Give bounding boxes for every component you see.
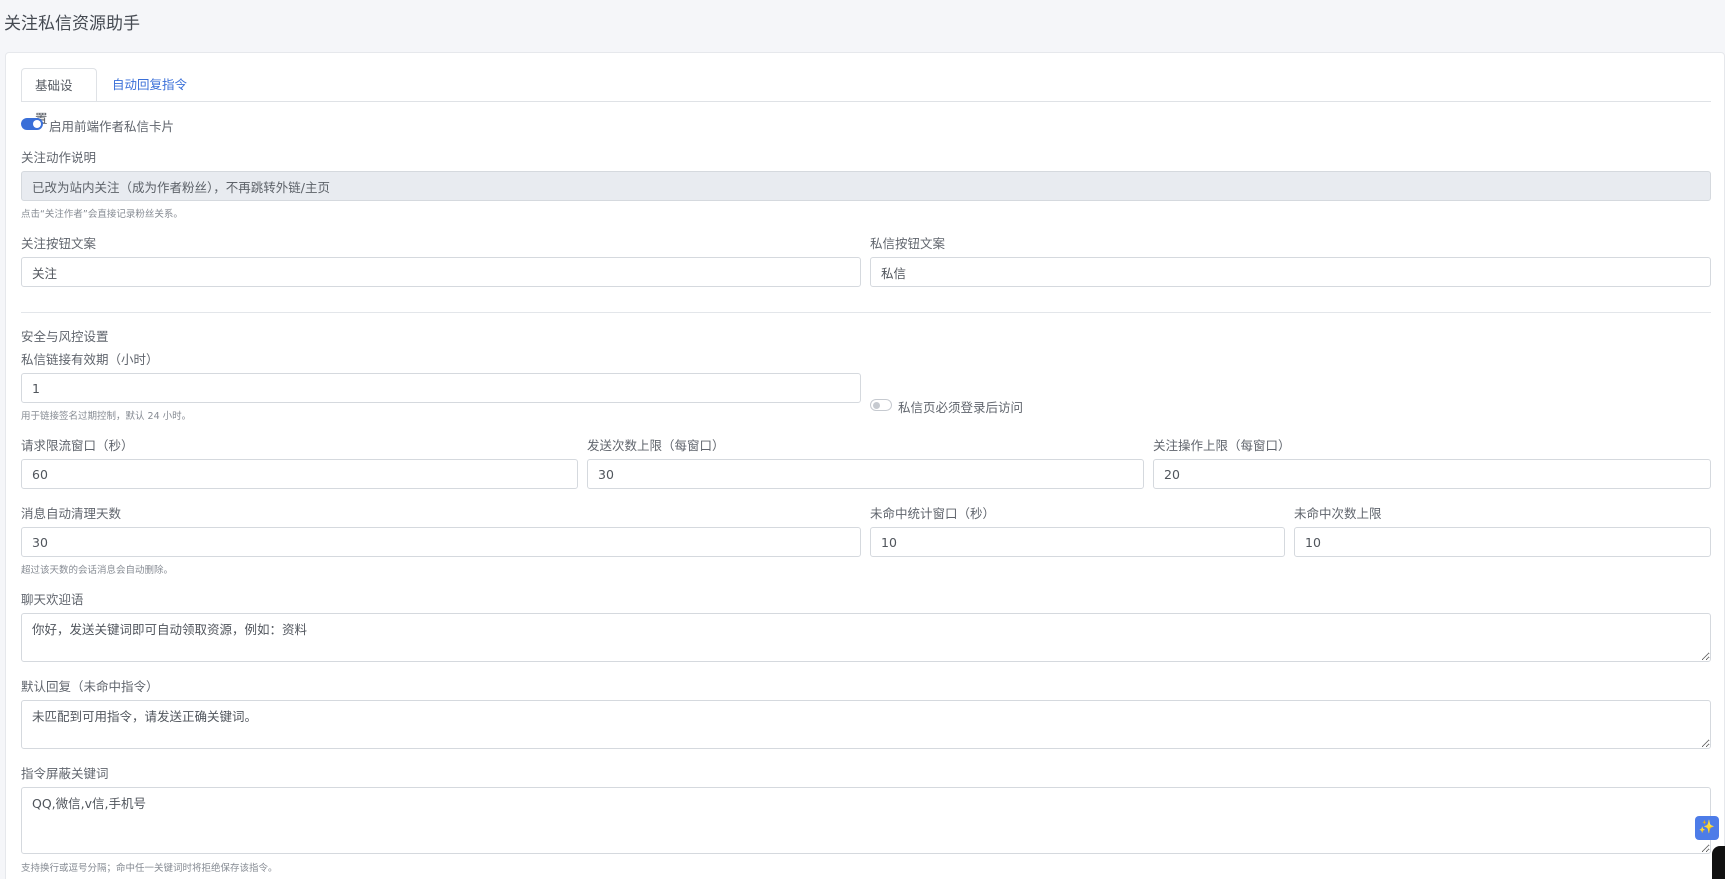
default-reply-textarea[interactable]: 未匹配到可用指令，请发送正确关键词。	[21, 700, 1711, 749]
dm-button-text-input[interactable]	[870, 257, 1711, 287]
follow-desc-label: 关注动作说明	[21, 150, 97, 165]
rate-window-input[interactable]	[21, 459, 578, 489]
link-ttl-label: 私信链接有效期（小时）	[21, 352, 159, 367]
follow-button-text-input[interactable]	[21, 257, 861, 287]
blocked-keywords-hint: 支持换行或逗号分隔；命中任一关键词时将拒绝保存该指令。	[21, 863, 278, 874]
security-section-title: 安全与风控设置	[21, 329, 109, 344]
welcome-label: 聊天欢迎语	[21, 592, 84, 607]
miss-window-input[interactable]	[870, 527, 1285, 557]
page-title: 关注私信资源助手	[4, 14, 140, 34]
send-limit-label: 发送次数上限（每窗口）	[587, 438, 725, 453]
enable-card-toggle[interactable]	[21, 118, 43, 130]
corner-overlay	[1712, 846, 1725, 879]
rate-window-label: 请求限流窗口（秒）	[21, 438, 134, 453]
dm-button-text-label: 私信按钮文案	[870, 236, 946, 251]
follow-limit-input[interactable]	[1153, 459, 1711, 489]
default-reply-label: 默认回复（未命中指令）	[21, 679, 159, 694]
sparkle-fab-button[interactable]: ✨	[1695, 816, 1719, 840]
cleanup-days-hint: 超过该天数的会话消息会自动删除。	[21, 565, 174, 576]
sparkle-icon: ✨	[1698, 820, 1716, 835]
miss-limit-input[interactable]	[1294, 527, 1711, 557]
require-login-toggle[interactable]	[870, 399, 892, 411]
enable-card-label: 启用前端作者私信卡片	[49, 119, 175, 134]
follow-desc-hint: 点击“关注作者”会直接记录粉丝关系。	[21, 209, 183, 220]
follow-button-text-label: 关注按钮文案	[21, 236, 97, 251]
blocked-keywords-textarea[interactable]: QQ,微信,v信,手机号	[21, 787, 1711, 854]
tabs-underline	[21, 101, 1711, 102]
link-ttl-input[interactable]	[21, 373, 861, 403]
send-limit-input[interactable]	[587, 459, 1144, 489]
blocked-keywords-label: 指令屏蔽关键词	[21, 766, 109, 781]
follow-desc-field	[21, 171, 1711, 201]
miss-window-label: 未命中统计窗口（秒）	[870, 506, 996, 521]
link-ttl-hint: 用于链接签名过期控制，默认 24 小时。	[21, 411, 192, 422]
follow-limit-label: 关注操作上限（每窗口）	[1153, 438, 1291, 453]
welcome-textarea[interactable]: 你好，发送关键词即可自动领取资源，例如：资料	[21, 613, 1711, 662]
cleanup-days-label: 消息自动清理天数	[21, 506, 122, 521]
tab-auto-reply-commands[interactable]: 自动回复指令	[99, 68, 200, 102]
cleanup-days-input[interactable]	[21, 527, 861, 557]
section-divider	[21, 312, 1711, 313]
require-login-label: 私信页必须登录后访问	[898, 400, 1024, 415]
tab-basic-settings[interactable]: 基础设置	[21, 68, 97, 126]
miss-limit-label: 未命中次数上限	[1294, 506, 1382, 521]
